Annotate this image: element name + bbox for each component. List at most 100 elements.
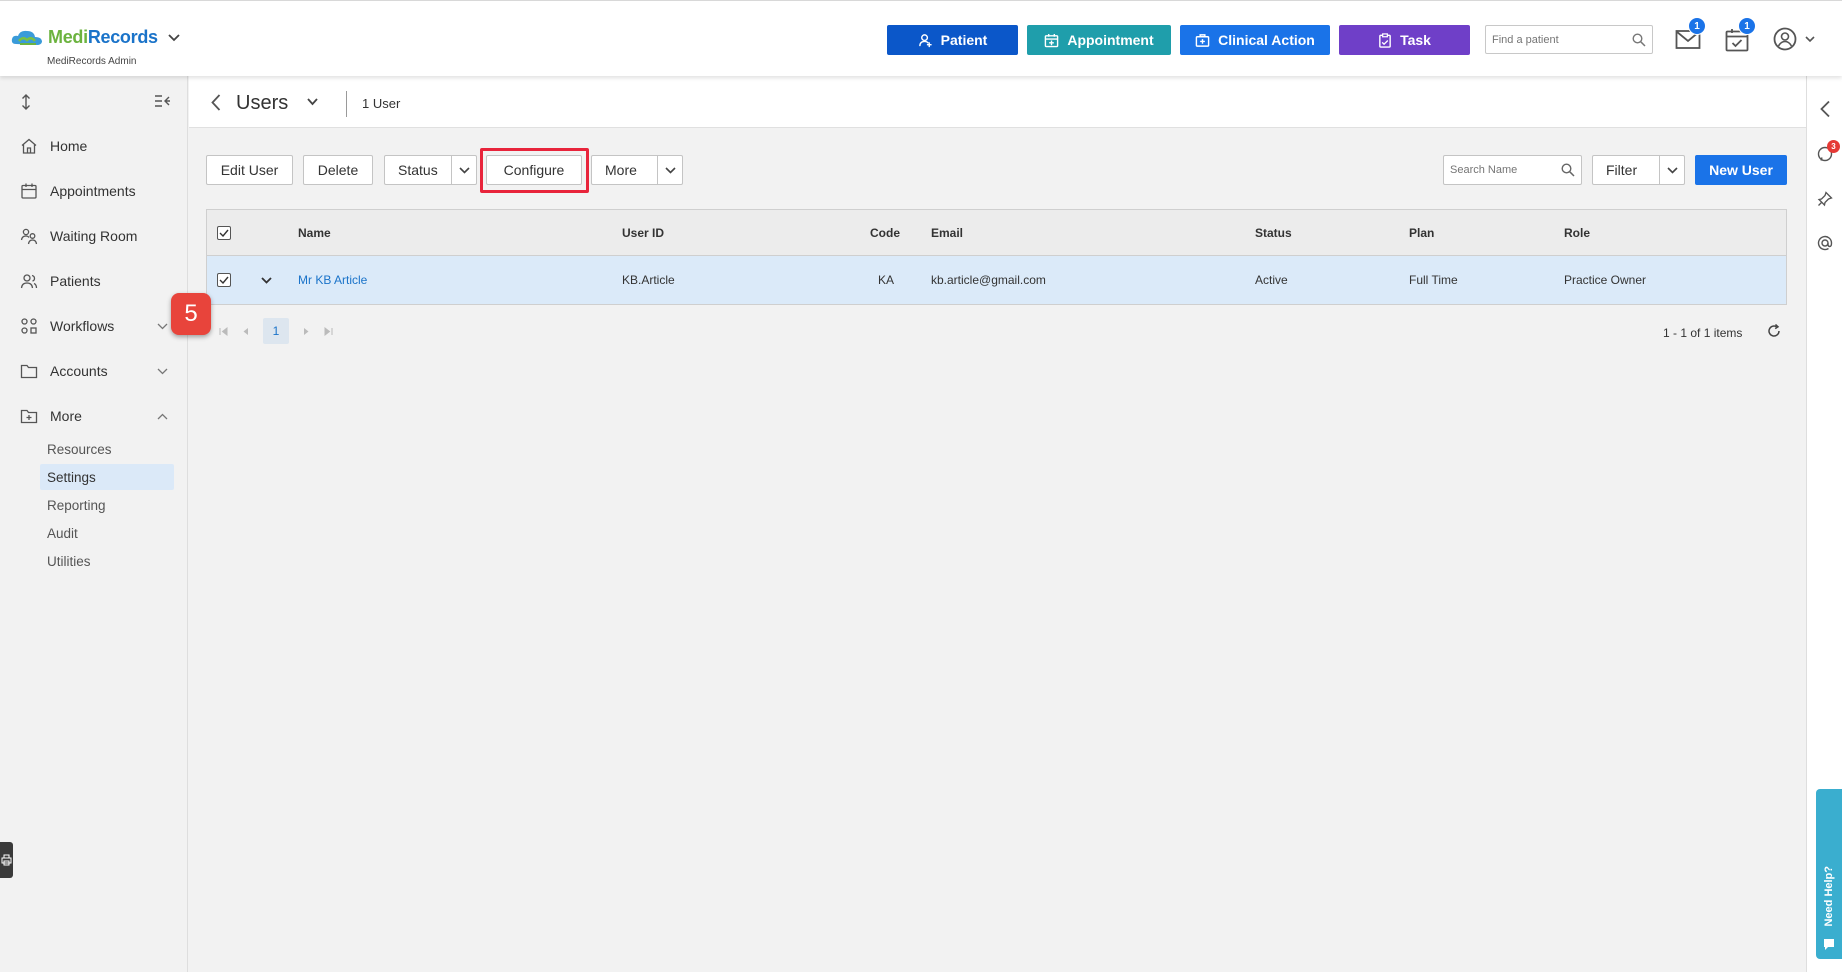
column-header-plan[interactable]: Plan [1409,210,1434,255]
mail-badge: 1 [1688,17,1706,35]
user-name-link[interactable]: Mr KB Article [298,256,367,304]
step-marker: 5 [171,293,211,335]
delete-button[interactable]: Delete [303,155,373,185]
chevron-down-icon [458,166,470,174]
more-dropdown-toggle[interactable] [657,156,682,184]
folder-plus-icon [20,409,38,424]
column-header-user-id[interactable]: User ID [622,210,664,255]
user-count: 1 User [362,96,401,111]
sidebar-item-appointments[interactable]: Appointments [0,175,188,207]
clipboard-icon [1379,32,1391,48]
column-header-code[interactable]: Code [870,210,900,255]
previous-page-icon[interactable] [242,327,249,336]
sidebar-item-label: Appointments [50,183,136,199]
page-title: Users [236,92,289,114]
sidebar-item-waiting-room[interactable]: Waiting Room [0,220,188,252]
column-header-status[interactable]: Status [1255,210,1292,255]
app-logo[interactable]: MediRecords [10,27,180,48]
clinical-action-button[interactable]: Clinical Action [1180,25,1330,55]
plan-cell: Full Time [1409,273,1458,287]
header-divider [346,91,347,117]
first-page-icon[interactable] [219,326,228,336]
user-menu[interactable] [1773,27,1815,51]
resize-vertical-icon[interactable] [20,94,32,110]
refresh-icon[interactable] [1767,324,1781,338]
sidebar-item-accounts[interactable]: Accounts [0,355,188,387]
chevron-down-icon[interactable] [307,98,318,106]
sidebar-sub-reporting[interactable]: Reporting [40,492,174,518]
users-table: Name User ID Code Email Status Plan Role… [206,209,1787,305]
sidebar-sub-audit[interactable]: Audit [40,520,174,546]
row-checkbox[interactable] [217,273,231,287]
checkmark-icon [219,276,229,284]
page-number-current[interactable]: 1 [263,318,289,344]
last-page-icon[interactable] [324,326,333,336]
sidebar-item-patients[interactable]: Patients [0,265,188,297]
sidebar-item-home[interactable]: Home [0,130,188,162]
status-dropdown[interactable]: Status [384,155,477,185]
role-cell: Practice Owner [1564,273,1647,287]
sidebar: Home Appointments Waiting Room Patients … [0,76,188,972]
row-expand-cell [261,256,272,304]
chevron-left-icon[interactable] [1819,100,1831,118]
sidebar-item-more[interactable]: More [0,400,188,432]
pin-icon[interactable] [1817,191,1833,207]
find-patient-input[interactable] [1492,33,1632,46]
new-patient-button[interactable]: Patient [887,25,1018,55]
filter-dropdown[interactable]: Filter [1592,155,1685,185]
new-patient-label: Patient [940,32,988,48]
status-label: Status [398,162,438,178]
sidebar-item-label: Accounts [50,363,108,379]
new-task-button[interactable]: Task [1339,25,1470,55]
filter-dropdown-toggle[interactable] [1659,156,1684,184]
highlight-box [480,148,589,193]
select-all-checkbox[interactable] [217,225,231,240]
new-user-button[interactable]: New User [1695,155,1787,185]
new-appointment-label: Appointment [1067,32,1154,48]
calendar-button[interactable]: 1 [1725,17,1756,52]
next-page-icon[interactable] [303,327,310,336]
chevron-down-icon [664,166,676,174]
code-cell: KA [878,273,895,287]
sidebar-item-label: Home [50,138,88,154]
sidebar-sub-resources[interactable]: Resources [40,436,174,462]
at-sign-icon[interactable] [1817,235,1833,251]
add-person-icon [918,33,932,47]
messages-button[interactable]: 1 [1675,17,1706,51]
search-name-box[interactable] [1443,155,1582,185]
checkmark-icon [219,229,229,237]
pagination-summary: 1 - 1 of 1 items [1663,326,1743,340]
chevron-down-icon [157,323,168,329]
chevron-down-icon[interactable] [261,276,272,284]
sidebar-item-label: Waiting Room [50,228,138,244]
calendar-plus-icon [1045,33,1059,47]
sidebar-sub-utilities[interactable]: Utilities [40,548,174,574]
table-header: Name User ID Code Email Status Plan Role [207,210,1786,256]
print-tab[interactable] [0,842,13,878]
find-patient-search[interactable] [1485,25,1653,54]
column-header-email[interactable]: Email [931,210,963,255]
chevron-down-icon [1805,35,1815,42]
chevron-down-icon[interactable] [168,33,180,42]
sidebar-item-workflows[interactable]: Workflows [0,310,188,342]
need-help-label: Need Help? [1823,866,1835,927]
clinical-action-label: Clinical Action [1218,32,1315,48]
search-name-input[interactable] [1450,164,1561,176]
sidebar-item-label: More [50,408,82,424]
more-dropdown[interactable]: More [591,155,683,185]
sidebar-sub-settings[interactable]: Settings [40,464,174,490]
workflow-icon [21,318,37,334]
search-icon[interactable] [1632,32,1646,47]
need-help-tab[interactable]: Need Help? [1816,789,1842,959]
table-row[interactable]: Mr KB Article KB.Article KA kb.article@g… [207,256,1786,304]
search-icon[interactable] [1561,163,1575,177]
status-dropdown-toggle[interactable] [451,156,476,184]
edit-user-button[interactable]: Edit User [206,155,293,185]
back-arrow-icon[interactable] [211,94,221,111]
avatar-icon [1773,27,1797,51]
chat-bubble-icon [1824,939,1834,950]
collapse-sidebar-icon[interactable] [154,94,170,108]
column-header-role[interactable]: Role [1564,210,1590,255]
column-header-name[interactable]: Name [298,210,331,255]
new-appointment-button[interactable]: Appointment [1027,25,1171,55]
